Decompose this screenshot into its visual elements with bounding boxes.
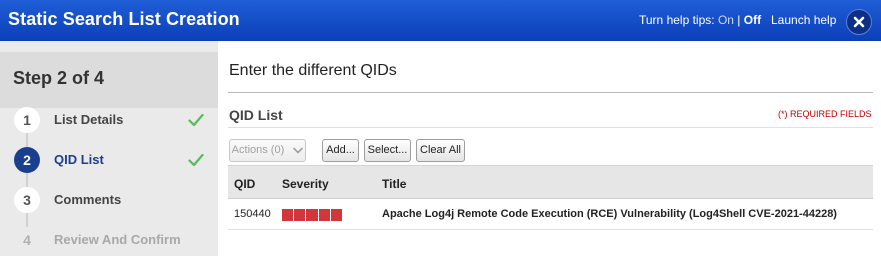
actions-dropdown[interactable]: Actions (0) (229, 139, 306, 162)
title-divider (228, 92, 873, 93)
help-tips-off[interactable]: Off (744, 13, 761, 27)
select-button[interactable]: Select... (364, 139, 411, 162)
required-fields-note: (*) REQUIRED FIELDS (778, 109, 872, 119)
severity-level-block (306, 209, 318, 221)
page-title: Enter the different QIDs (229, 62, 397, 79)
section-title: QID List (229, 107, 283, 123)
severity-indicator (282, 209, 343, 221)
chevron-down-icon (293, 147, 304, 153)
step-number: 2 (14, 147, 40, 173)
column-header-qid[interactable]: QID (234, 177, 255, 191)
table-row[interactable]: 150440 Apache Log4j Remote Code Executio… (228, 200, 873, 230)
wizard-step-list-details[interactable]: 1 List Details (14, 107, 214, 133)
help-tips-separator: | (737, 13, 741, 27)
step-label: List Details (54, 112, 124, 127)
wizard-step-review-and-confirm: 4 Review And Confirm (14, 227, 214, 253)
step-label: QID List (54, 152, 104, 167)
wizard-step-comments[interactable]: 3 Comments (14, 187, 214, 213)
checkmark-icon (188, 153, 204, 167)
step-label: Comments (54, 192, 122, 207)
column-header-severity[interactable]: Severity (282, 177, 329, 191)
qid-cell: 150440 (234, 208, 271, 220)
window-title: Static Search List Creation (8, 9, 240, 29)
step-number: 1 (14, 107, 40, 133)
severity-level-block (318, 209, 330, 221)
severity-level-block (330, 209, 343, 221)
section-divider (228, 127, 873, 128)
column-header-title[interactable]: Title (382, 177, 406, 191)
title-bar: Static Search List Creation Turn help ti… (0, 0, 881, 41)
severity-level-block (282, 209, 294, 221)
step-number: 4 (14, 227, 40, 253)
step-counter: Step 2 of 4 (13, 68, 105, 88)
close-button[interactable] (846, 9, 872, 35)
launch-help-link[interactable]: Launch help (771, 13, 836, 27)
table-header: QID Severity Title (228, 165, 873, 199)
wizard-step-qid-list[interactable]: 2 QID List (14, 147, 214, 173)
severity-level-block (294, 209, 306, 221)
help-tips-label: Turn help tips: (639, 13, 715, 27)
step-number: 3 (14, 187, 40, 213)
close-icon (853, 16, 865, 28)
step-label: Review And Confirm (54, 232, 181, 247)
clear-all-button[interactable]: Clear All (416, 139, 465, 162)
help-tips-on[interactable]: On (718, 13, 734, 27)
help-tips-toggle: Turn help tips: On | Off (639, 13, 761, 27)
checkmark-icon (188, 113, 204, 127)
title-cell: Apache Log4j Remote Code Execution (RCE)… (382, 208, 837, 220)
actions-dropdown-label: Actions (0) (231, 144, 285, 156)
add-button[interactable]: Add... (322, 139, 359, 162)
wizard-sidebar: Step 2 of 4 1 List Details 2 QID List 3 … (0, 41, 218, 256)
